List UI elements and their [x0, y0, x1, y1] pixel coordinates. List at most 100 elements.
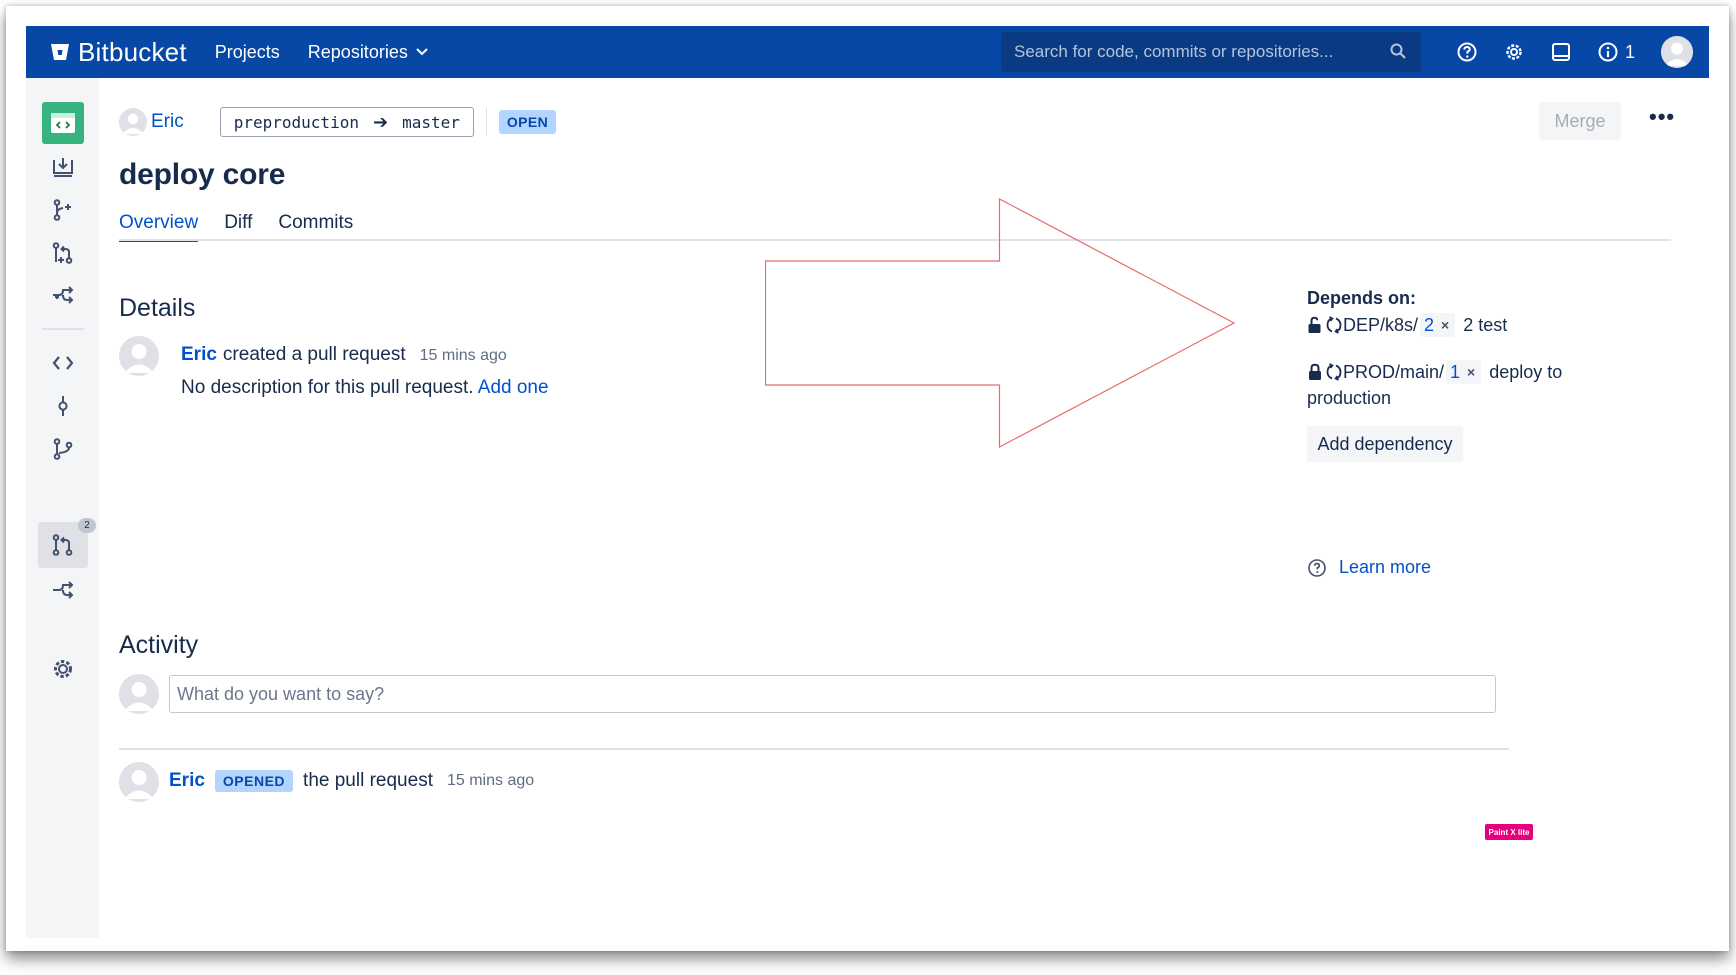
lock-icon: [1309, 363, 1321, 380]
event-author-link[interactable]: Eric: [169, 770, 205, 792]
pr-description: No description for this pull request. Ad…: [181, 377, 549, 399]
dependency-item: PROD/main/ 1 × deploy to: [1307, 359, 1627, 385]
repo-sidebar: 2: [26, 78, 99, 938]
pr-header: Eric preproduction ➔ master OPEN: [119, 102, 557, 142]
help-icon: [1308, 558, 1326, 577]
learn-more-link[interactable]: Learn more: [1307, 557, 1431, 578]
header-divider: [485, 108, 487, 136]
arrow-right-icon: ➔: [372, 111, 389, 133]
refresh-icon: [1326, 363, 1342, 381]
opened-badge: OPENED: [214, 770, 294, 792]
author-link[interactable]: Eric: [151, 111, 184, 133]
branch-flow[interactable]: preproduction ➔ master: [219, 107, 474, 137]
settings-icon[interactable]: [48, 654, 78, 684]
dependency-path: PROD/main/: [1343, 362, 1445, 382]
dependency-number-link[interactable]: 1: [1450, 359, 1460, 385]
bitbucket-logo-icon: [51, 44, 69, 60]
dependency-number-link[interactable]: 2: [1424, 312, 1434, 338]
nav-icon-group: 1: [1456, 26, 1694, 78]
remove-dependency-icon[interactable]: ×: [1467, 359, 1475, 385]
target-branch: master: [402, 112, 460, 132]
created-text: created a pull request: [222, 344, 406, 365]
nav-repositories[interactable]: Repositories: [308, 42, 428, 63]
notifications[interactable]: 1: [1597, 41, 1635, 63]
pull-requests-icon[interactable]: [48, 530, 78, 560]
add-dependency-button[interactable]: Add dependency: [1307, 426, 1463, 462]
pr-tabs: Overview Diff Commits: [119, 212, 379, 242]
fork-icon[interactable]: [48, 280, 78, 310]
sidebar-divider-bottom: [42, 566, 84, 568]
inbox-icon[interactable]: [1550, 41, 1572, 63]
event-text: the pull request: [303, 770, 433, 791]
author-avatar[interactable]: [119, 108, 147, 136]
main-content: Eric preproduction ➔ master OPEN Merge •…: [99, 78, 1709, 938]
dependency-item: DEP/k8s/ 2 × 2 test: [1307, 312, 1627, 338]
pr-state-badge: OPEN: [498, 110, 557, 134]
event-author-avatar[interactable]: [119, 762, 159, 802]
chevron-down-icon: [416, 48, 428, 56]
refresh-icon: [1326, 316, 1342, 334]
branches-icon[interactable]: [48, 434, 78, 464]
creator-avatar[interactable]: [119, 336, 159, 376]
create-pr-icon[interactable]: [48, 238, 78, 268]
tab-diff[interactable]: Diff: [224, 212, 252, 242]
depends-on-heading: Depends on:: [1307, 288, 1417, 308]
bitbucket-logo[interactable]: Bitbucket: [50, 37, 187, 68]
source-branch: preproduction: [233, 112, 359, 132]
user-avatar[interactable]: [1661, 36, 1694, 68]
screenshot-frame: Bitbucket Projects Repositories Search f…: [6, 6, 1729, 951]
dependency-name: 2 test: [1463, 315, 1508, 335]
sidebar-divider: [42, 328, 84, 330]
unlock-icon: [1308, 316, 1321, 333]
product-name: Bitbucket: [78, 36, 187, 67]
event-time: 15 mins ago: [446, 772, 535, 789]
avatar-icon: [119, 336, 159, 376]
page-title: deploy core: [119, 158, 286, 191]
commits-icon[interactable]: [48, 391, 78, 421]
avatar-icon: [1661, 36, 1694, 68]
dependency-name: deploy to: [1489, 362, 1563, 382]
annotation-arrow: [765, 198, 1236, 448]
clone-icon[interactable]: [48, 152, 78, 182]
more-actions-icon[interactable]: •••: [1649, 104, 1675, 130]
tab-overview[interactable]: Overview: [119, 212, 199, 242]
created-time: 15 mins ago: [419, 347, 507, 364]
activity-heading: Activity: [119, 631, 199, 659]
forks-icon[interactable]: [48, 575, 78, 605]
comment-input[interactable]: What do you want to say?: [169, 675, 1496, 713]
merge-button[interactable]: Merge: [1539, 102, 1621, 140]
dependency-tag: 2 ×: [1420, 312, 1456, 338]
repo-code-icon: [51, 113, 75, 133]
search-icon: [1390, 43, 1406, 59]
avatar-icon: [119, 108, 147, 136]
tab-commits[interactable]: Commits: [278, 212, 353, 242]
add-description-link[interactable]: Add one: [478, 377, 549, 398]
dependency-name-continued: production: [1307, 388, 1392, 408]
watermark-badge: Paint X lite: [1485, 824, 1533, 840]
creator-link[interactable]: Eric: [181, 344, 217, 366]
source-icon[interactable]: [48, 348, 78, 378]
dependencies-panel: Depends on: DEP/k8s/ 2 × 2 test PROD/mai…: [1307, 288, 1627, 411]
dependency-tag: 1 ×: [1446, 359, 1482, 385]
nav-repositories-label: Repositories: [307, 41, 408, 62]
remove-dependency-icon[interactable]: ×: [1441, 312, 1449, 338]
notification-count: 1: [1625, 41, 1636, 62]
gear-icon[interactable]: [1503, 41, 1525, 63]
details-heading: Details: [119, 294, 196, 322]
pull-requests-count-badge: 2: [78, 518, 96, 533]
top-navigation: Bitbucket Projects Repositories Search f…: [26, 26, 1709, 78]
info-icon: [1598, 42, 1618, 62]
search-input[interactable]: Search for code, commits or repositories…: [1001, 32, 1421, 72]
created-event: Eric created a pull request 15 mins ago: [181, 344, 507, 366]
help-icon[interactable]: [1456, 41, 1478, 63]
dependency-path: DEP/k8s/: [1343, 315, 1419, 335]
opened-event: Eric OPENED the pull request 15 mins ago: [169, 770, 534, 792]
search-placeholder: Search for code, commits or repositories…: [1014, 42, 1334, 61]
avatar-icon: [119, 762, 159, 802]
description-text: No description for this pull request.: [181, 377, 474, 398]
current-user-avatar: [119, 674, 159, 714]
nav-projects[interactable]: Projects: [215, 42, 280, 63]
create-branch-icon[interactable]: [48, 195, 78, 225]
avatar-icon: [119, 674, 159, 714]
repo-avatar[interactable]: [42, 102, 84, 144]
